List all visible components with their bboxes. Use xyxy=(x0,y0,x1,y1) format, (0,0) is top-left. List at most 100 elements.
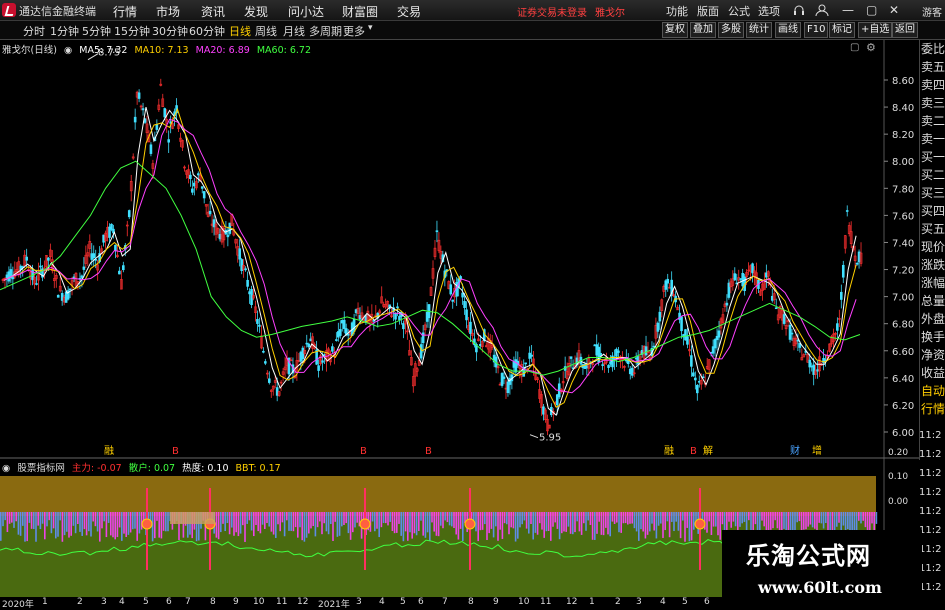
overlay-button[interactable]: 叠加 xyxy=(690,22,716,38)
add-watchlist-button[interactable]: +自选 xyxy=(858,22,893,38)
ma-legend: 雅戈尔(日线) ◉ MA5: 7.32 MA10: 7.13 MA20: 6.8… xyxy=(2,42,315,56)
maximize-icon[interactable]: ▢ xyxy=(866,3,877,17)
x-axis-label: 5 xyxy=(682,597,688,607)
indicator-bbt: BBT: 0.17 xyxy=(235,463,281,474)
candle-body xyxy=(666,278,670,284)
histogram-bar xyxy=(543,512,545,538)
quote-field[interactable]: 买四 xyxy=(920,202,945,220)
histogram-bar xyxy=(825,512,827,524)
period-1min[interactable]: 1分钟 xyxy=(50,23,79,39)
histogram-bar xyxy=(376,512,378,529)
histogram-bar xyxy=(6,512,9,533)
quote-field[interactable]: 卖四 xyxy=(920,76,945,94)
quote-field[interactable]: 买三 xyxy=(920,184,945,202)
candle-body xyxy=(451,299,455,302)
x-axis-label: 11 xyxy=(540,597,552,607)
multi-stock-button[interactable]: 多股 xyxy=(718,22,744,38)
trade-login-notice[interactable]: 证券交易未登录 xyxy=(517,4,587,19)
quote-field[interactable]: 卖二 xyxy=(920,112,945,130)
settings-icon[interactable]: ⚙ xyxy=(866,41,876,54)
back-button[interactable]: 返回 xyxy=(892,22,918,38)
candle-body xyxy=(133,116,137,123)
adjust-button[interactable]: 复权 xyxy=(662,22,688,38)
menu-discover[interactable]: 发现 xyxy=(244,3,268,20)
histogram-bar xyxy=(495,512,497,527)
period-15min[interactable]: 15分钟 xyxy=(114,23,150,39)
menu-layout[interactable]: 版面 xyxy=(697,3,719,19)
histogram-bar xyxy=(497,512,499,541)
user-icon[interactable] xyxy=(815,3,829,17)
indicator-main: 主力: -0.07 xyxy=(71,463,122,474)
quote-field[interactable]: 净资 xyxy=(920,346,945,364)
guest-label[interactable]: 游客 xyxy=(922,4,942,19)
ma10-line xyxy=(3,107,857,408)
headset-icon[interactable] xyxy=(792,3,806,17)
close-icon[interactable]: ✕ xyxy=(889,3,899,17)
period-daily[interactable]: 日线 xyxy=(229,23,251,39)
menu-function[interactable]: 功能 xyxy=(666,3,688,19)
histogram-bar xyxy=(809,512,812,525)
period-30min[interactable]: 30分钟 xyxy=(152,23,188,39)
mark-button[interactable]: 标记 xyxy=(829,22,855,38)
stats-button[interactable]: 统计 xyxy=(746,22,772,38)
menu-formula[interactable]: 公式 xyxy=(728,3,750,19)
menu-news[interactable]: 资讯 xyxy=(201,3,225,20)
f10-button[interactable]: F10 xyxy=(804,22,829,38)
histogram-bar xyxy=(343,512,345,525)
y-tick-label: 8.60 xyxy=(892,76,914,87)
quote-field[interactable]: 涨幅 xyxy=(920,274,945,292)
quote-field[interactable]: 换手 xyxy=(920,328,945,346)
period-timeshare[interactable]: 分时 xyxy=(23,23,45,39)
menu-trade[interactable]: 交易 xyxy=(397,3,421,20)
histogram-bar xyxy=(15,512,17,522)
minimize-icon[interactable]: — xyxy=(842,3,854,17)
quote-field[interactable]: 涨跌 xyxy=(920,256,945,274)
histogram-bar xyxy=(508,512,510,535)
kline-chart[interactable]: 8.60 8.40 8.20 8.00 7.80 7.60 7.40 7.20 7.00 6.80… xyxy=(0,40,919,597)
histogram-bar xyxy=(305,512,308,538)
period-weekly[interactable]: 周线 xyxy=(255,23,277,39)
quote-field[interactable]: 现价 xyxy=(920,238,945,256)
candle-body xyxy=(92,253,96,259)
period-multi[interactable]: 多周期 xyxy=(309,23,342,39)
candle-body xyxy=(630,367,634,376)
legend-ma10: MA10: 7.13 xyxy=(134,45,189,56)
menu-markets[interactable]: 市场 xyxy=(156,3,180,20)
quote-field[interactable]: 自动 xyxy=(920,382,945,400)
draw-button[interactable]: 画线 xyxy=(775,22,801,38)
histogram-bar xyxy=(338,512,341,536)
quote-field[interactable]: 买一 xyxy=(920,148,945,166)
quote-field[interactable]: 行情 xyxy=(920,400,945,418)
event-marker: B xyxy=(360,446,367,457)
menu-wealth[interactable]: 财富圈 xyxy=(342,3,378,20)
period-monthly[interactable]: 月线 xyxy=(283,23,305,39)
quote-field[interactable]: 卖一 xyxy=(920,130,945,148)
menu-ask[interactable]: 问小达 xyxy=(288,3,324,20)
period-more[interactable]: 更多 xyxy=(343,23,365,39)
histogram-bar xyxy=(741,512,743,524)
tick-time: 11:2 xyxy=(919,430,942,441)
candle-body xyxy=(656,322,660,332)
histogram-bar xyxy=(330,512,332,525)
quote-field[interactable]: 总量 xyxy=(920,292,945,310)
menu-market[interactable]: 行情 xyxy=(113,3,137,20)
period-5min[interactable]: 5分钟 xyxy=(82,23,111,39)
quote-field[interactable]: 委比 xyxy=(920,40,945,58)
chevron-down-icon[interactable]: ▾ xyxy=(368,23,373,33)
quote-field[interactable]: 收益 xyxy=(920,364,945,382)
menu-options[interactable]: 选项 xyxy=(758,3,780,19)
histogram-bar xyxy=(129,512,132,533)
legend-icon[interactable]: ◉ xyxy=(64,45,72,56)
histogram-bar xyxy=(490,512,493,529)
histogram-bar xyxy=(594,512,596,540)
quote-field[interactable]: 卖五 xyxy=(920,58,945,76)
histogram-bar xyxy=(413,512,416,534)
collapse-icon[interactable]: ▢ xyxy=(850,42,859,53)
period-60min[interactable]: 60分钟 xyxy=(189,23,225,39)
quote-field[interactable]: 买五 xyxy=(920,220,945,238)
quote-field[interactable]: 买二 xyxy=(920,166,945,184)
indicator-icon[interactable]: ◉ xyxy=(2,463,10,474)
quote-field[interactable]: 外盘 xyxy=(920,310,945,328)
quote-field[interactable]: 卖三 xyxy=(920,94,945,112)
histogram-bar xyxy=(391,512,394,531)
